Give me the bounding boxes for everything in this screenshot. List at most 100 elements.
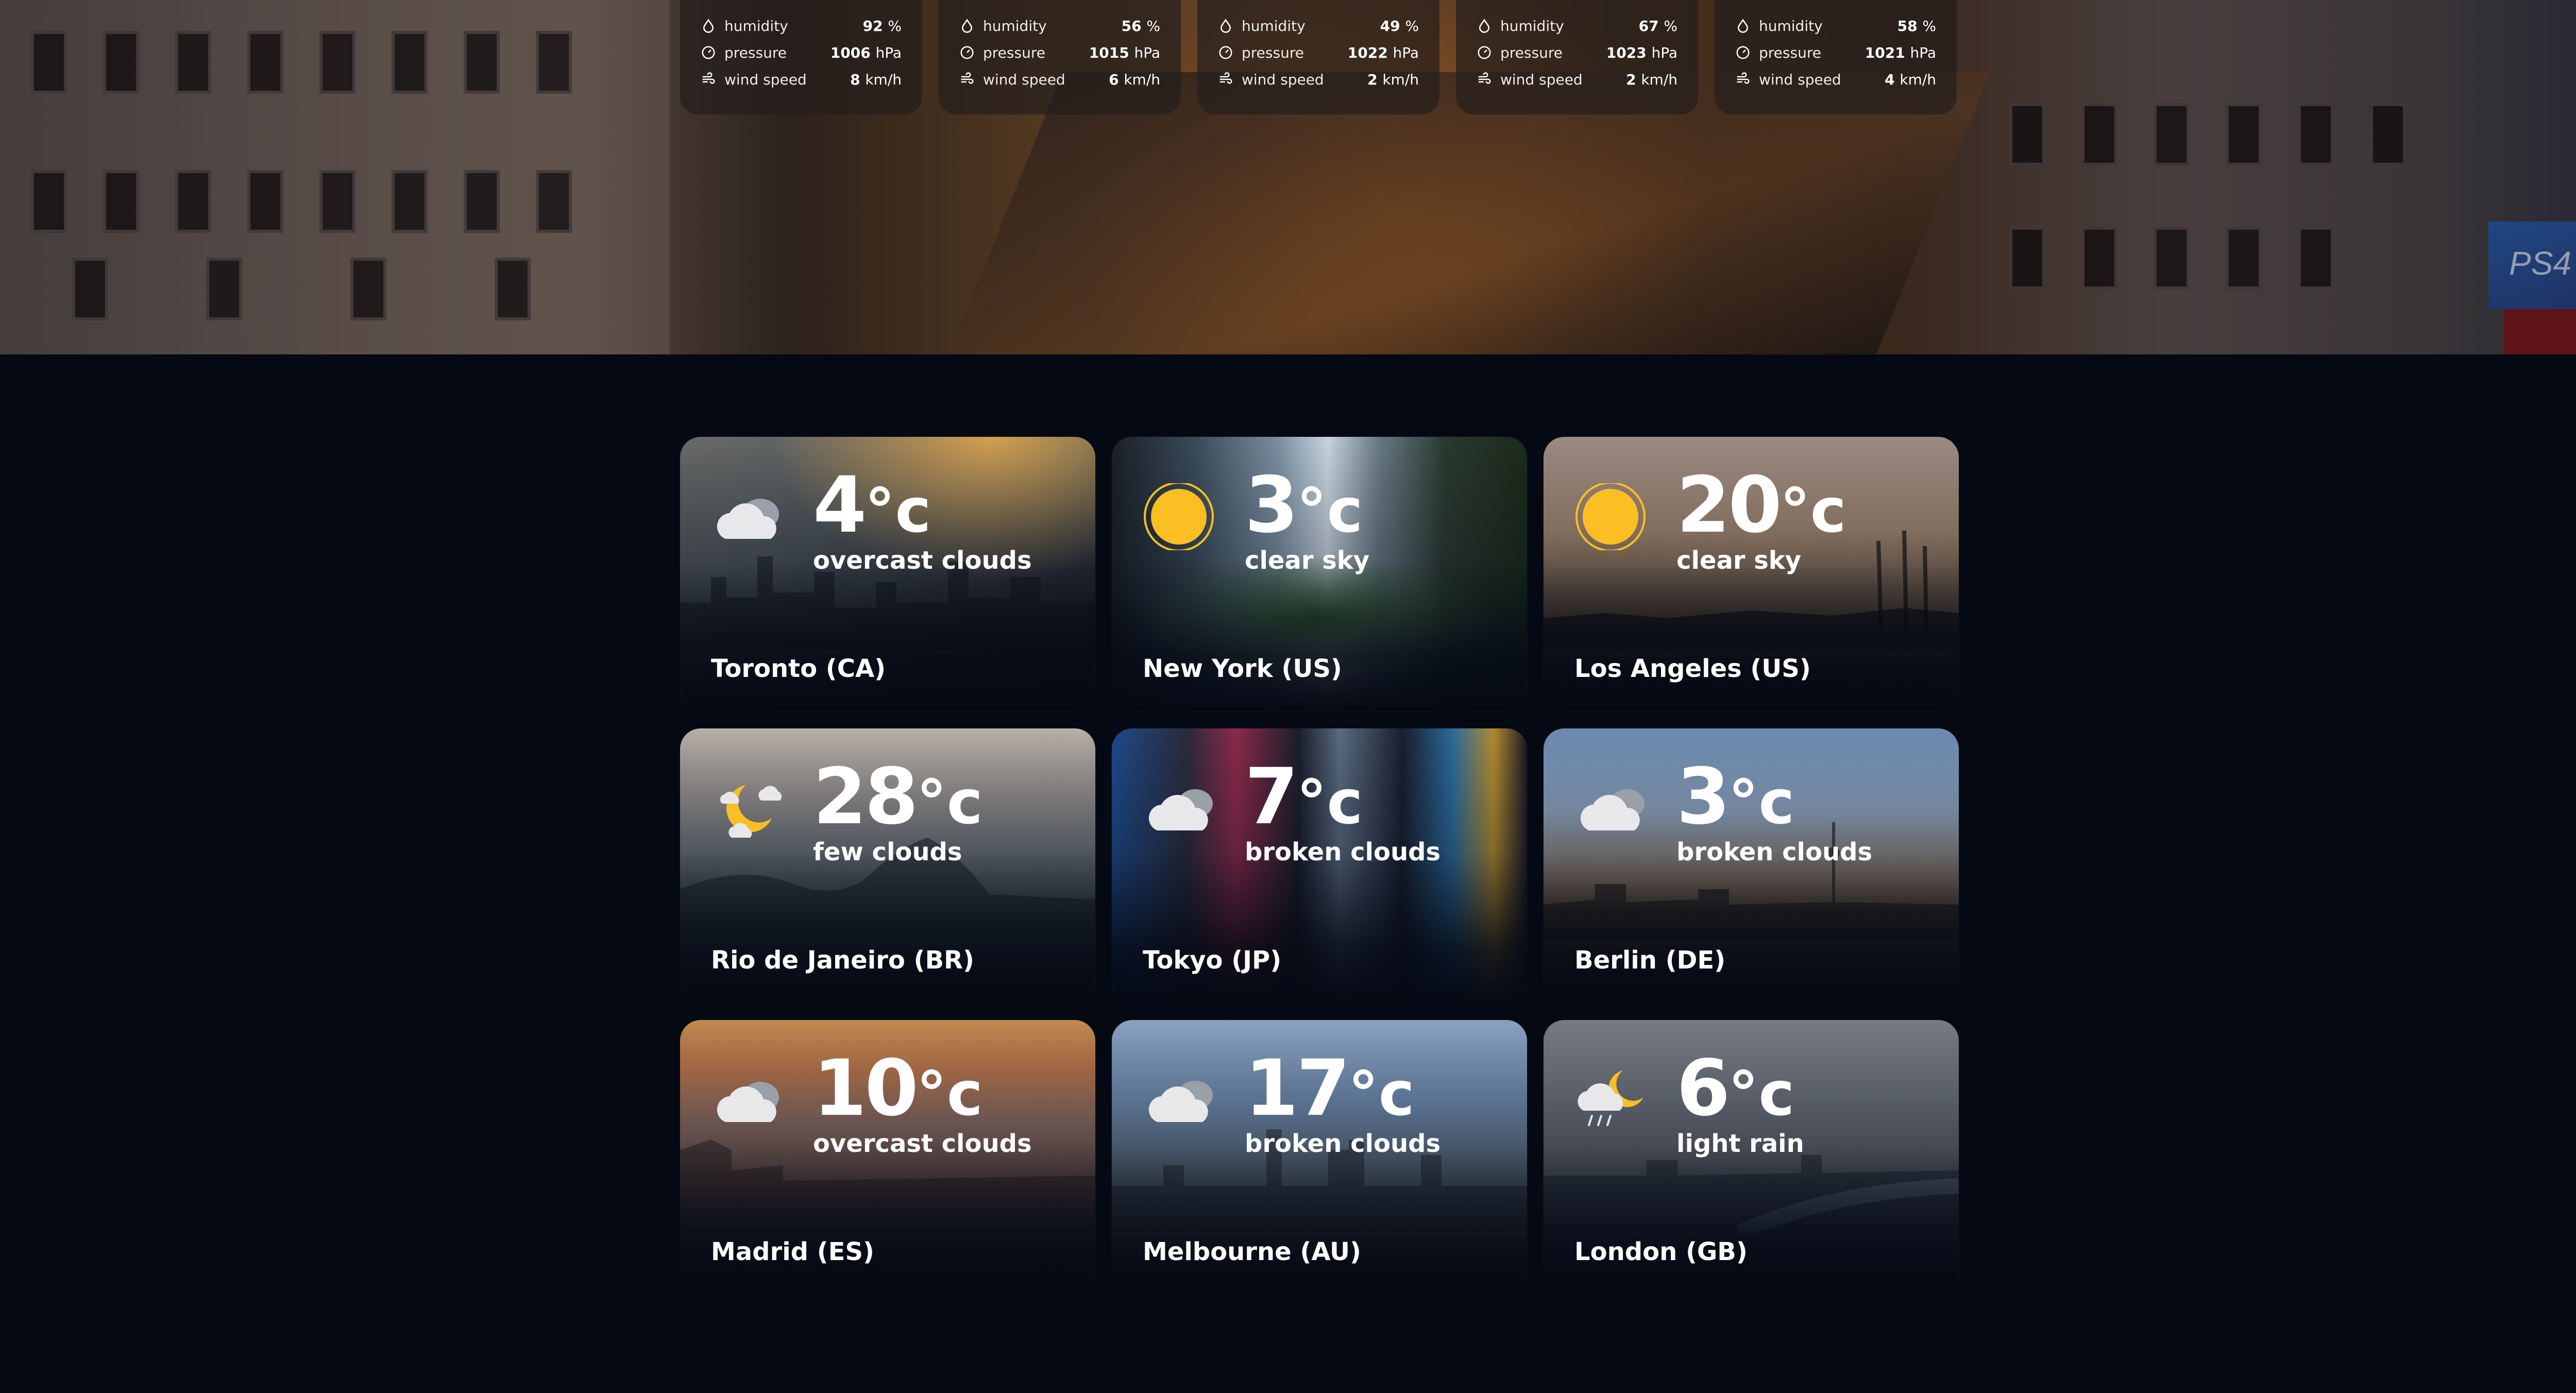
humidity-label: humidity (1242, 17, 1306, 35)
humidity-number: 49 (1380, 17, 1400, 35)
wind-value: 8 km/h (850, 71, 902, 88)
pressure-gauge-icon (702, 46, 715, 59)
pressure-value: 1015 hPa (1089, 44, 1160, 61)
wind-value: 6 km/h (1109, 71, 1160, 88)
wind-label: wind speed (983, 71, 1065, 88)
weather-description: light rain (1676, 1129, 1804, 1158)
humidity-number: 58 (1897, 17, 1918, 35)
pressure-unit: hPa (1393, 44, 1419, 61)
pressure-label: pressure (1759, 44, 1821, 61)
pressure-gauge-icon (960, 46, 974, 59)
wind-unit: km/h (1900, 71, 1936, 88)
temperature-value: 28 (813, 752, 919, 842)
humidity-label: humidity (1759, 17, 1823, 35)
moon-rain-icon (1578, 1071, 1643, 1126)
weather-description: clear sky (1245, 546, 1370, 575)
pressure-number: 1021 (1865, 44, 1905, 61)
city-card-rio-de-janeiro[interactable]: 28°c few clouds Rio de Janeiro (BR) (680, 728, 1095, 1003)
wind-label: wind speed (1759, 71, 1841, 88)
moon-clouds-icon (720, 785, 782, 838)
wind-label: wind speed (1500, 71, 1583, 88)
city-name: London (GB) (1574, 1237, 1748, 1266)
overcast-clouds-icon (717, 499, 779, 539)
city-card-toronto[interactable]: 4°c overcast clouds Toronto (CA) (680, 437, 1095, 711)
humidity-value: 92 % (863, 18, 902, 35)
humidity-unit: % (1405, 17, 1419, 35)
humidity-label: humidity (1500, 17, 1564, 35)
broken-clouds-icon (1148, 789, 1213, 830)
wind-icon (702, 72, 715, 84)
weather-stats-card: humidity 67 % pressure 1023 hPa wind spe… (1456, 0, 1698, 114)
temperature: 17°c (1245, 1050, 1415, 1127)
weather-description: broken clouds (1245, 1129, 1441, 1158)
temperature: 3°c (1676, 758, 1794, 836)
pressure-gauge-icon (1736, 46, 1750, 59)
temperature-unit: °c (1780, 475, 1846, 546)
sun-icon (1575, 483, 1646, 550)
weather-description: few clouds (813, 838, 962, 867)
pressure-value: 1006 hPa (831, 44, 902, 61)
city-card-berlin[interactable]: 3°c broken clouds Berlin (DE) (1544, 728, 1959, 1003)
temperature-unit: °c (916, 1058, 983, 1129)
wind-unit: km/h (865, 71, 902, 88)
temperature-unit: °c (1728, 1058, 1795, 1129)
humidity-row: humidity 67 % (1477, 12, 1677, 39)
pressure-row: pressure 1015 hPa (959, 39, 1160, 66)
city-card-london[interactable]: 6°c light rain London (GB) (1544, 1020, 1959, 1294)
temperature: 20°c (1676, 467, 1846, 544)
city-name: Los Angeles (US) (1574, 654, 1811, 683)
temperature-unit: °c (865, 475, 931, 546)
humidity-value: 49 % (1380, 18, 1419, 35)
temperature: 6°c (1676, 1050, 1794, 1127)
temperature-value: 17 (1245, 1044, 1350, 1133)
wind-icon (1737, 72, 1750, 84)
humidity-unit: % (1146, 17, 1160, 35)
wind-label: wind speed (724, 71, 807, 88)
humidity-icon (961, 19, 973, 33)
humidity-number: 67 (1638, 17, 1659, 35)
humidity-row: humidity 49 % (1218, 12, 1419, 39)
city-name: Toronto (CA) (711, 654, 886, 683)
humidity-icon (1220, 19, 1231, 33)
wind-number: 6 (1109, 71, 1119, 88)
wind-icon (1219, 72, 1232, 84)
pressure-label: pressure (1500, 44, 1563, 61)
city-weather-grid: 4°c overcast clouds Toronto (CA) 3°c cle… (680, 437, 1959, 1294)
wind-row: wind speed 2 km/h (1218, 66, 1419, 93)
temperature-value: 7 (1245, 752, 1298, 842)
city-card-new-york[interactable]: 3°c clear sky New York (US) (1112, 437, 1527, 711)
wind-unit: km/h (1124, 71, 1160, 88)
humidity-number: 92 (862, 17, 883, 35)
temperature-value: 4 (813, 461, 867, 550)
pressure-row: pressure 1022 hPa (1218, 39, 1419, 66)
city-card-melbourne[interactable]: 17°c broken clouds Melbourne (AU) (1112, 1020, 1527, 1294)
temperature: 4°c (813, 467, 931, 544)
pressure-value: 1022 hPa (1348, 44, 1419, 61)
pressure-row: pressure 1023 hPa (1477, 39, 1677, 66)
humidity-value: 67 % (1639, 18, 1677, 35)
weather-stats-card: humidity 56 % pressure 1015 hPa wind spe… (939, 0, 1181, 114)
temperature-unit: °c (1728, 767, 1795, 838)
pressure-unit: hPa (1134, 44, 1160, 61)
city-card-tokyo[interactable]: 7°c broken clouds Tokyo (JP) (1112, 728, 1527, 1003)
wind-unit: km/h (1641, 71, 1677, 88)
weather-stats-card: humidity 92 % pressure 1006 hPa wind spe… (680, 0, 922, 114)
wind-row: wind speed 2 km/h (1477, 66, 1677, 93)
pressure-row: pressure 1021 hPa (1735, 39, 1936, 66)
humidity-number: 56 (1121, 17, 1142, 35)
humidity-row: humidity 56 % (959, 12, 1160, 39)
weather-stats-card: humidity 58 % pressure 1021 hPa wind spe… (1715, 0, 1957, 114)
city-card-los-angeles[interactable]: 20°c clear sky Los Angeles (US) (1544, 437, 1959, 711)
weather-stats-card: humidity 49 % pressure 1022 hPa wind spe… (1197, 0, 1439, 114)
pressure-gauge-icon (1219, 46, 1232, 59)
pressure-unit: hPa (1910, 44, 1936, 61)
humidity-icon (703, 19, 714, 33)
wind-row: wind speed 8 km/h (701, 66, 902, 93)
temperature-value: 10 (813, 1044, 919, 1133)
pressure-number: 1006 (830, 44, 871, 61)
wind-icon (961, 72, 974, 84)
wind-label: wind speed (1242, 71, 1324, 88)
city-card-madrid[interactable]: 10°c overcast clouds Madrid (ES) (680, 1020, 1095, 1294)
temperature: 28°c (813, 758, 983, 836)
weather-description: overcast clouds (813, 1129, 1032, 1158)
